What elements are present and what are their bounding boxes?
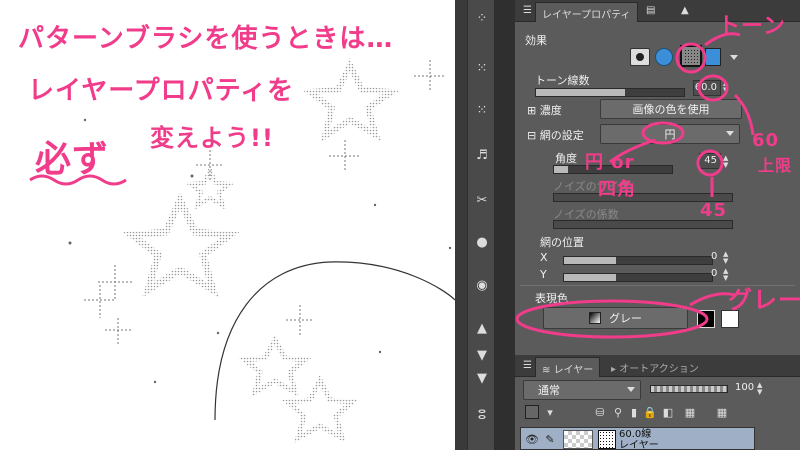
expression-color-value: グレー bbox=[609, 312, 642, 325]
chevron-down-icon[interactable]: ▾ bbox=[543, 405, 557, 419]
angle-label: 角度 bbox=[555, 152, 577, 165]
effect-border-button[interactable] bbox=[630, 48, 650, 66]
y-value: 0 bbox=[711, 268, 718, 279]
section-divider bbox=[520, 285, 795, 286]
layer-row[interactable]: 👁 ✎ 60.0線 レイヤー bbox=[520, 427, 755, 450]
cut-icon[interactable]: ✂ bbox=[472, 190, 492, 210]
wrench-icon[interactable]: ⵓ bbox=[472, 405, 492, 425]
gradient-swatch-icon bbox=[589, 312, 601, 324]
layer-name-line1: 60.0線 bbox=[619, 429, 652, 440]
tab-layer-property[interactable]: レイヤープロパティ bbox=[535, 2, 638, 22]
tab-layer[interactable]: ≋ レイヤー bbox=[535, 357, 601, 377]
tab-auto-action-label: オートアクション bbox=[619, 364, 699, 375]
pattern-icon[interactable]: ⁘ bbox=[472, 8, 492, 28]
density-label: ⊞ 濃度 bbox=[527, 104, 562, 117]
hatch-icon[interactable]: ▦ bbox=[715, 405, 729, 419]
tone-lines-value[interactable]: 60.0 bbox=[693, 80, 721, 96]
expression-color-select[interactable]: グレー bbox=[543, 307, 688, 329]
mask-icon[interactable]: ◧ bbox=[661, 405, 675, 419]
clip-icon[interactable]: ⛁ bbox=[593, 405, 607, 419]
density-select-value: 画像の色を使用 bbox=[632, 103, 710, 116]
circle-icon[interactable]: ● bbox=[472, 232, 492, 252]
blend-mode-value: 通常 bbox=[538, 384, 560, 397]
noise-size-label: ノイズのサイズ bbox=[553, 180, 630, 193]
headphones-icon[interactable]: ♬ bbox=[472, 145, 492, 165]
opacity-spinner[interactable]: ▲ ▼ bbox=[757, 382, 765, 396]
canvas-edge bbox=[455, 0, 467, 450]
tab-triangle-icon[interactable]: ▲ bbox=[675, 2, 695, 22]
tab-layer-label: レイヤー bbox=[553, 365, 594, 376]
pen-icon[interactable]: ✎ bbox=[543, 432, 557, 446]
tone-lines-spinner[interactable]: ▲ ▼ bbox=[723, 80, 731, 94]
noise-size-slider bbox=[553, 193, 733, 202]
angle-slider[interactable] bbox=[553, 165, 673, 174]
opacity-slider[interactable] bbox=[650, 385, 728, 393]
effect-label: 効果 bbox=[525, 34, 547, 47]
eye-icon[interactable]: 👁 bbox=[525, 432, 539, 446]
tab-palette-icon[interactable]: ▤ bbox=[640, 2, 661, 22]
screen-position-label: 網の位置 bbox=[540, 236, 584, 249]
pattern-icon[interactable]: ⁙ bbox=[472, 58, 492, 78]
expression-color-label: 表現色 bbox=[535, 292, 568, 305]
layer-thumbnail bbox=[563, 430, 593, 449]
y-position-slider[interactable] bbox=[563, 273, 713, 282]
screen-settings-label-text: 網の設定 bbox=[539, 129, 584, 142]
layer-color-icon[interactable] bbox=[525, 405, 539, 419]
y-label: Y bbox=[540, 268, 547, 281]
effect-extra-button[interactable] bbox=[705, 48, 721, 66]
effect-dropdown-icon[interactable] bbox=[727, 48, 741, 66]
chevron-down-icon bbox=[726, 131, 734, 136]
screen-shape-value: 円 bbox=[664, 128, 676, 141]
main-color-swatch[interactable] bbox=[697, 310, 715, 328]
tone-lines-label: トーン線数 bbox=[535, 74, 590, 87]
layer-name-line2: レイヤー bbox=[619, 440, 659, 450]
screen-settings-label: ⊟ 網の設定 bbox=[527, 129, 584, 142]
x-position-slider[interactable] bbox=[563, 256, 713, 265]
draft-icon[interactable]: ▮ bbox=[627, 405, 641, 419]
density-select[interactable]: 画像の色を使用 bbox=[600, 99, 742, 119]
sub-color-swatch[interactable] bbox=[721, 310, 739, 328]
x-value: 0 bbox=[711, 251, 718, 262]
layer-name: 60.0線 レイヤー bbox=[619, 429, 659, 450]
arrow-down-icon[interactable]: ▼ bbox=[472, 345, 492, 365]
angle-spinner[interactable]: ▲ ▼ bbox=[723, 155, 731, 169]
record-icon[interactable]: ◉ bbox=[472, 275, 492, 295]
lock-icon[interactable]: 🔒 bbox=[643, 405, 657, 419]
properties-tabbar: ☰ レイヤープロパティ ▤ ▲ bbox=[515, 0, 800, 22]
effect-tone-button[interactable] bbox=[680, 45, 702, 67]
drawing-canvas[interactable] bbox=[0, 0, 455, 450]
chevron-down-icon bbox=[627, 387, 635, 392]
panel-divider bbox=[495, 0, 515, 450]
reference-icon[interactable]: ⚲ bbox=[611, 405, 625, 419]
tab-auto-action[interactable]: ▸ オートアクション bbox=[605, 357, 705, 377]
hatch-icon[interactable]: ▦ bbox=[683, 405, 697, 419]
y-spinner[interactable]: ▲ ▼ bbox=[723, 268, 731, 282]
properties-panel: ☰ レイヤープロパティ ▤ ▲ 効果 トーン線数 60.0 ▲ ▼ ⊞ 濃度 画像… bbox=[515, 0, 800, 450]
x-spinner[interactable]: ▲ ▼ bbox=[723, 251, 731, 265]
effect-color-button[interactable] bbox=[655, 48, 673, 66]
noise-factor-slider bbox=[553, 220, 733, 229]
opacity-value: 100 bbox=[735, 382, 755, 393]
angle-value[interactable]: 45 bbox=[699, 153, 721, 169]
tone-icon bbox=[598, 430, 616, 449]
density-label-text: 濃度 bbox=[539, 104, 562, 117]
layer-tabbar: ☰ ≋ レイヤー ▸ オートアクション bbox=[515, 355, 800, 377]
tone-lines-slider[interactable] bbox=[535, 88, 685, 97]
blend-mode-select[interactable]: 通常 bbox=[523, 380, 641, 400]
pattern-icon[interactable]: ⁙ bbox=[472, 100, 492, 120]
screen-shape-select[interactable]: 円 bbox=[600, 124, 740, 144]
command-bar: ⁘ ⁙ ⁙ ♬ ✂ ● ◉ ▲ ▼ ▼ ⵓ bbox=[467, 0, 495, 450]
layer-panel: ☰ ≋ レイヤー ▸ オートアクション 通常 100 ▲ ▼ ▾ ⛁ ⚲ ▮ 🔒 … bbox=[515, 355, 800, 450]
x-label: X bbox=[540, 251, 548, 264]
arrow-down-icon[interactable]: ▼ bbox=[472, 368, 492, 388]
arrow-up-icon[interactable]: ▲ bbox=[472, 318, 492, 338]
canvas-artwork bbox=[68, 58, 455, 444]
